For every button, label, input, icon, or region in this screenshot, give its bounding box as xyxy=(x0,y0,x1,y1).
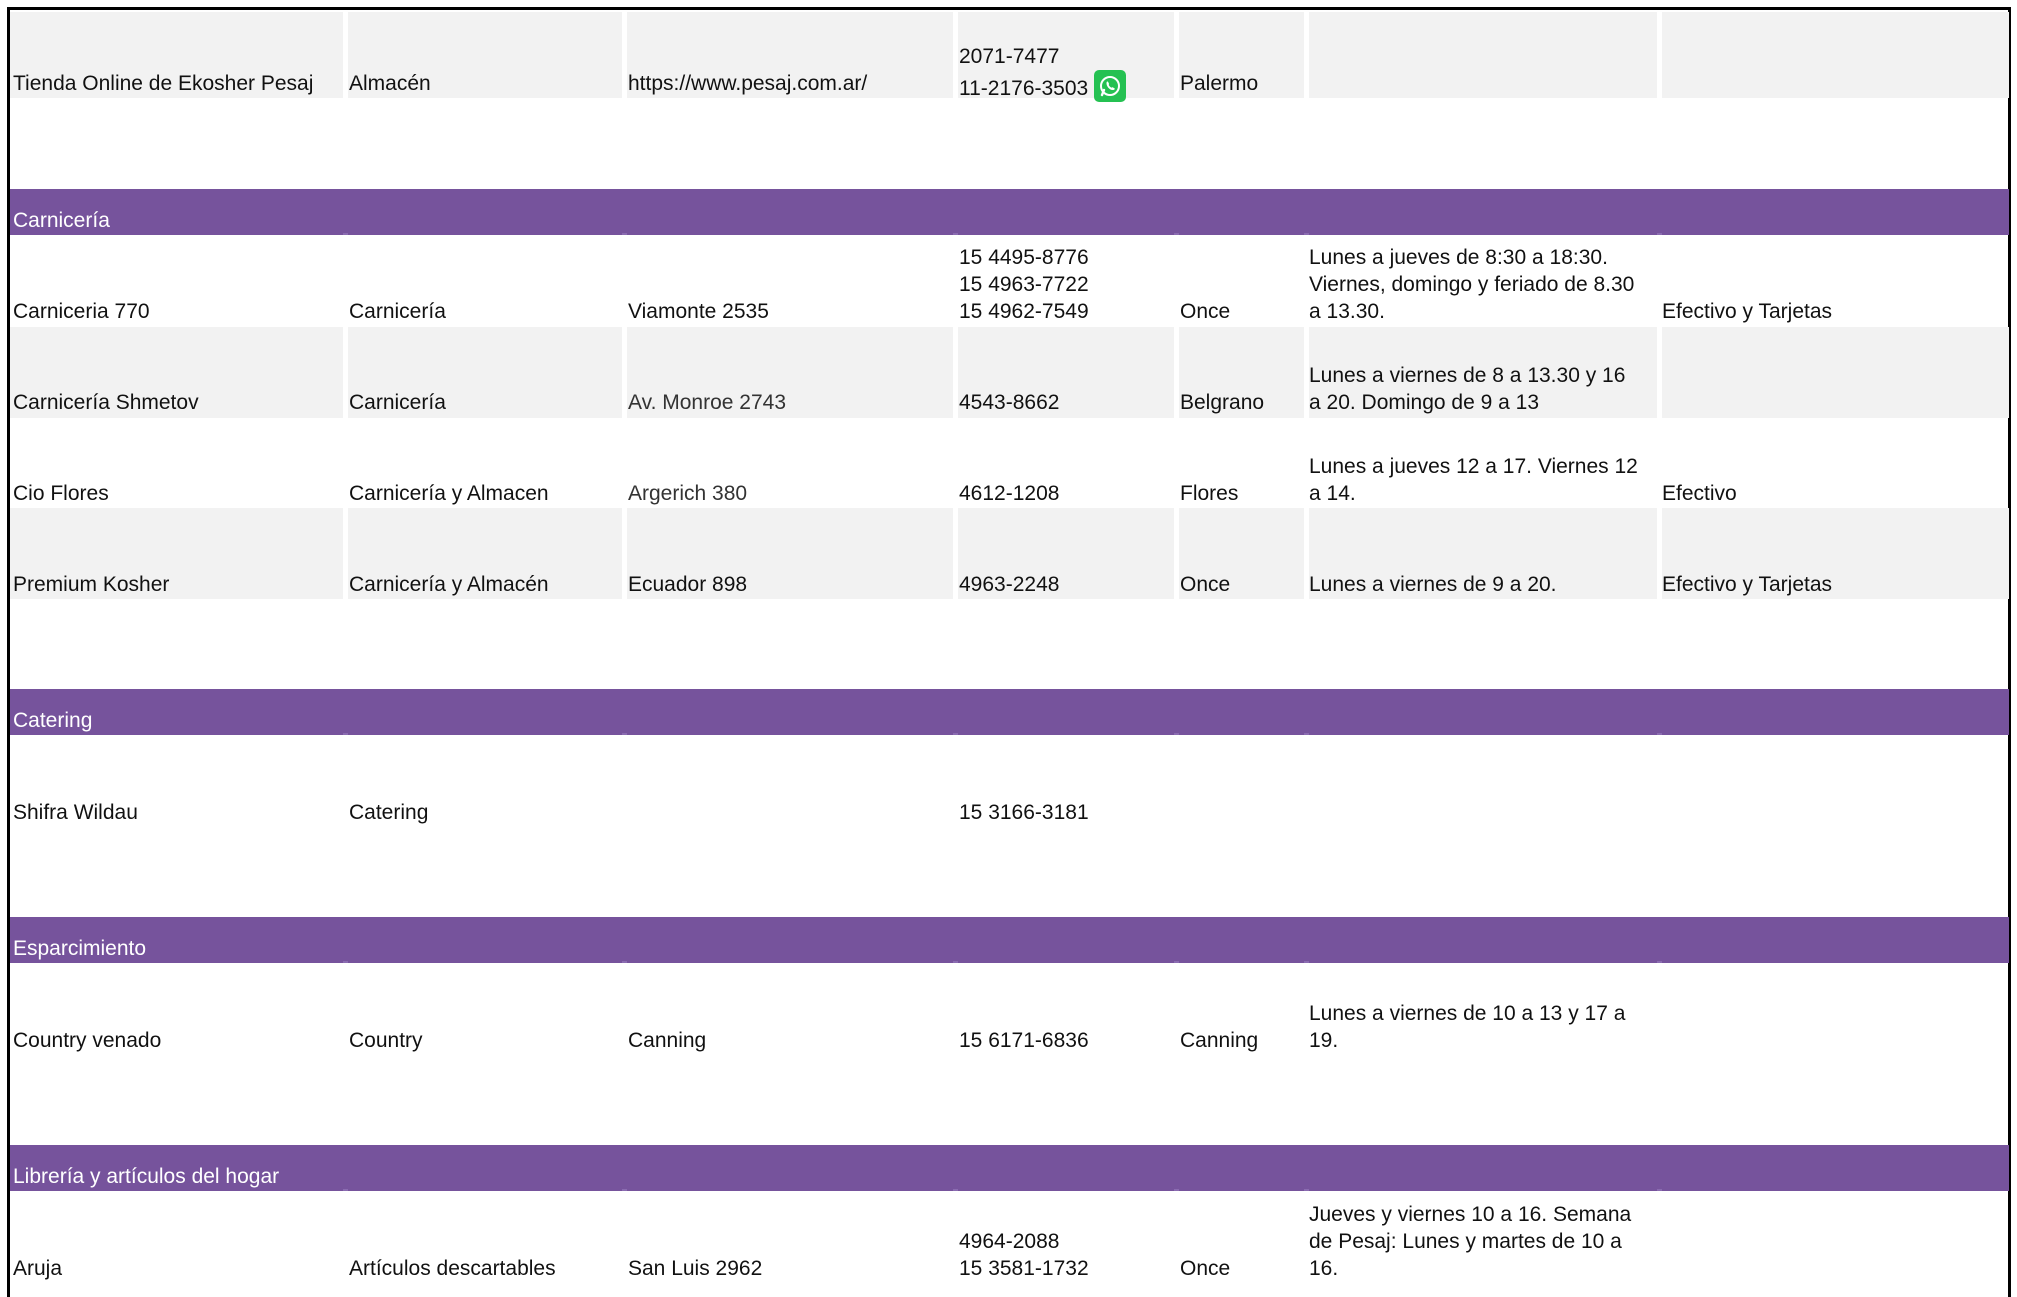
cell-address: Av. Monroe 2743 xyxy=(628,391,786,414)
cell-type: Carnicería xyxy=(349,391,446,414)
cell-area: Palermo xyxy=(1180,72,1259,95)
cell-hours: Lunes a jueves de 8:30 a 18:30. xyxy=(1309,246,1608,269)
whatsapp-icon[interactable] xyxy=(1094,70,1127,102)
category-title: Librería y artículos del hogar xyxy=(13,1165,280,1188)
category-header-libreria: Librería y artículos del hogar xyxy=(10,1145,2009,1191)
cell-type: Country xyxy=(349,1029,423,1052)
cell-area: Flores xyxy=(1180,482,1239,505)
category-title: Esparcimiento xyxy=(13,937,147,960)
cell-name: Cio Flores xyxy=(13,482,109,505)
cell-area: Once xyxy=(1180,573,1231,596)
cell-hours: Viernes, domingo y feriado de 8.30 xyxy=(1309,273,1635,296)
cell-phone: 4963-2248 xyxy=(959,573,1060,596)
cell-address: Argerich 380 xyxy=(628,482,748,505)
cell-phone: 2071-7477 xyxy=(959,45,1060,68)
cell-hours: a 14. xyxy=(1309,482,1356,505)
cell-hours: Lunes a viernes de 8 a 13.30 y 16 xyxy=(1309,364,1626,387)
cell-area: Belgrano xyxy=(1180,391,1265,414)
category-header-catering: Catering xyxy=(10,689,2009,735)
cell-hours: 19. xyxy=(1309,1029,1339,1052)
cell-area: Once xyxy=(1180,300,1231,323)
cell-type: Carnicería y Almacen xyxy=(349,482,549,505)
cell-hours: de Pesaj: Lunes y martes de 10 a xyxy=(1309,1230,1622,1253)
cell-hours: a 20. Domingo de 9 a 13 xyxy=(1309,391,1539,414)
cell-type: Almacén xyxy=(349,72,431,95)
cell-payment: Efectivo xyxy=(1662,482,1737,505)
cell-phone-whatsapp: 11-2176-3503 xyxy=(959,70,1127,102)
cell-name: Carniceria 770 xyxy=(13,300,150,323)
cell-phone: 4964-2088 xyxy=(959,1230,1060,1253)
cell-payment: Efectivo y Tarjetas xyxy=(1662,573,1833,596)
website-link[interactable]: https://www.pesaj.com.ar/ xyxy=(628,70,867,97)
cell-hours: Lunes a jueves 12 a 17. Viernes 12 xyxy=(1309,455,1638,478)
cell-type: Carnicería y Almacén xyxy=(349,573,549,596)
cell-name: Shifra Wildau xyxy=(13,801,138,824)
cell-hours: a 13.30. xyxy=(1309,300,1385,323)
cell-phone: 15 3166-3181 xyxy=(959,801,1089,824)
cell-hours: Jueves y viernes 10 a 16. Semana xyxy=(1309,1203,1632,1226)
category-title: Catering xyxy=(13,709,93,732)
cell-phone: 15 4963-7722 xyxy=(959,273,1089,296)
cell-name: Country venado xyxy=(13,1029,162,1052)
cell-address: Viamonte 2535 xyxy=(628,300,769,323)
cell-phone: 4612-1208 xyxy=(959,482,1060,505)
cell-phone: 15 4962-7549 xyxy=(959,300,1089,323)
cell-name: Premium Kosher xyxy=(13,573,170,596)
cell-hours: Lunes a viernes de 10 a 13 y 17 a xyxy=(1309,1002,1626,1025)
cell-type: Carnicería xyxy=(349,300,446,323)
cell-address: Ecuador 898 xyxy=(628,573,748,596)
category-title: Carnicería xyxy=(13,209,110,232)
cell-address: Canning xyxy=(628,1029,707,1052)
cell-phone: 15 6171-6836 xyxy=(959,1029,1089,1052)
cell-phone: 4543-8662 xyxy=(959,391,1060,414)
category-header-esparcimiento: Esparcimiento xyxy=(10,917,2009,963)
cell-name: Carnicería Shmetov xyxy=(13,391,199,414)
category-header-carniceria: Carnicería xyxy=(10,189,2009,235)
cell-phone: 15 4495-8776 xyxy=(959,246,1089,269)
cell-type: Catering xyxy=(349,801,429,824)
cell-payment: Efectivo y Tarjetas xyxy=(1662,300,1833,323)
cell-area: Canning xyxy=(1180,1029,1259,1052)
cell-hours: Lunes a viernes de 9 a 20. xyxy=(1309,573,1557,596)
cell-name: Tienda Online de Ekosher Pesaj xyxy=(13,72,314,95)
cell-phone: 11-2176-3503 xyxy=(959,77,1089,100)
